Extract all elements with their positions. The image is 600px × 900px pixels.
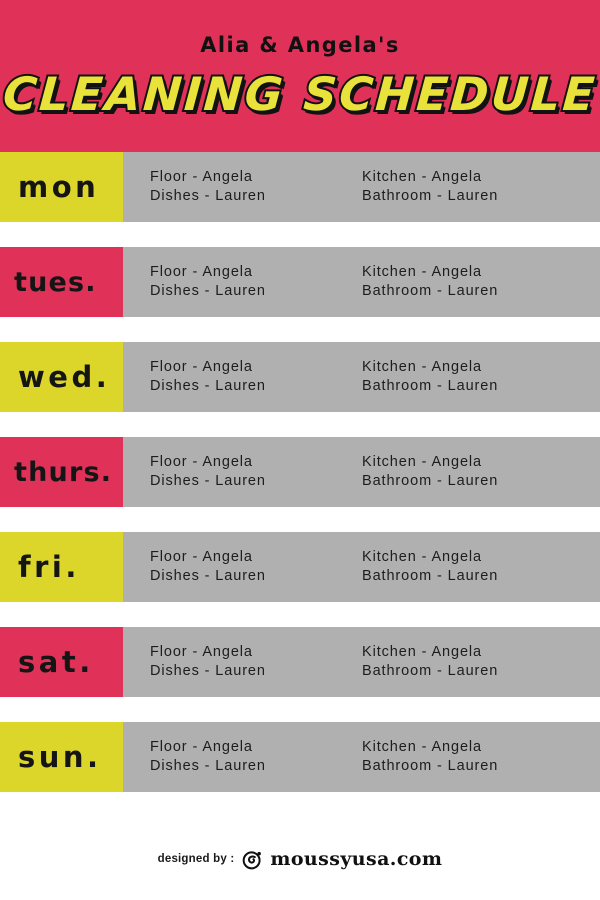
task-area: Floor - Angela Dishes - Lauren Kitchen - A… xyxy=(123,152,600,222)
day-block[interactable]: tues. xyxy=(0,247,123,317)
day-block[interactable]: mon xyxy=(0,152,123,222)
task-column: Kitchen - Angela Bathroom - Lauren xyxy=(362,263,498,301)
schedule-row: mon Floor - Angela Dishes - Lauren Kitchen … xyxy=(0,152,600,222)
day-label: sun. xyxy=(18,739,102,774)
schedule-row: sun. Floor - Angela Dishes - Lauren Kitchen… xyxy=(0,722,600,792)
day-label: sat. xyxy=(18,644,94,679)
task-column: Kitchen - Angela Bathroom - Lauren xyxy=(362,738,498,776)
day-block[interactable]: fri. xyxy=(0,532,123,602)
task-line: Bathroom - Lauren xyxy=(362,568,499,584)
task-line: Floor - Angela xyxy=(150,169,253,185)
day-label: tues. xyxy=(14,266,97,298)
schedule-row: thurs. Floor - Angela Dishes - Lauren Kitch… xyxy=(0,437,600,507)
swirl-circle-logo-icon xyxy=(242,849,263,870)
schedule-row: wed. Floor - Angela Dishes - Lauren Kitchen… xyxy=(0,342,600,412)
task-line: Floor - Angela xyxy=(150,454,253,470)
task-area: Floor - Angela Dishes - Lauren Kitchen - A… xyxy=(123,627,600,697)
task-column: Kitchen - Angela Bathroom - Lauren xyxy=(362,358,498,396)
task-column: Floor - Angela Dishes - Lauren xyxy=(150,548,362,586)
task-line: Kitchen - Angela xyxy=(362,549,482,565)
task-line: Dishes - Lauren xyxy=(150,283,266,299)
footer-brand-link[interactable]: moussyusa.com xyxy=(270,848,442,870)
task-area: Floor - Angela Dishes - Lauren Kitchen - A… xyxy=(123,722,600,792)
task-line: Bathroom - Lauren xyxy=(362,473,499,489)
task-column: Kitchen - Angela Bathroom - Lauren xyxy=(362,643,498,681)
footer: designed by : moussyusa.com xyxy=(0,848,600,870)
task-line: Bathroom - Lauren xyxy=(362,188,499,204)
poster-header: Alia & Angela's CLEANING SCHEDULE xyxy=(0,0,600,152)
task-line: Floor - Angela xyxy=(150,739,253,755)
task-line: Dishes - Lauren xyxy=(150,758,266,774)
schedule-row: tues. Floor - Angela Dishes - Lauren Kitche… xyxy=(0,247,600,317)
task-line: Dishes - Lauren xyxy=(150,378,266,394)
task-line: Floor - Angela xyxy=(150,644,253,660)
task-line: Bathroom - Lauren xyxy=(362,758,499,774)
task-line: Kitchen - Angela xyxy=(362,644,482,660)
day-label: wed. xyxy=(18,359,111,394)
task-area: Floor - Angela Dishes - Lauren Kitchen - A… xyxy=(123,342,600,412)
task-column: Kitchen - Angela Bathroom - Lauren xyxy=(362,548,498,586)
footer-designed-by-label: designed by : xyxy=(157,853,235,865)
day-label: thurs. xyxy=(14,456,113,488)
task-line: Floor - Angela xyxy=(150,264,253,280)
task-line: Floor - Angela xyxy=(150,359,253,375)
day-label: fri. xyxy=(18,549,80,584)
schedule-row: sat. Floor - Angela Dishes - Lauren Kitchen… xyxy=(0,627,600,697)
task-line: Bathroom - Lauren xyxy=(362,663,499,679)
task-column: Kitchen - Angela Bathroom - Lauren xyxy=(362,453,498,491)
task-line: Dishes - Lauren xyxy=(150,568,266,584)
task-line: Dishes - Lauren xyxy=(150,188,266,204)
task-line: Bathroom - Lauren xyxy=(362,283,499,299)
task-line: Dishes - Lauren xyxy=(150,473,266,489)
schedule-row: fri. Floor - Angela Dishes - Lauren Kitchen… xyxy=(0,532,600,602)
task-line: Floor - Angela xyxy=(150,549,253,565)
page-title: CLEANING SCHEDULE xyxy=(0,65,600,123)
day-block[interactable]: sat. xyxy=(0,627,123,697)
task-area: Floor - Angela Dishes - Lauren Kitchen - A… xyxy=(123,247,600,317)
task-area: Floor - Angela Dishes - Lauren Kitchen - A… xyxy=(123,437,600,507)
day-block[interactable]: thurs. xyxy=(0,437,123,507)
task-column: Floor - Angela Dishes - Lauren xyxy=(150,263,362,301)
task-line: Bathroom - Lauren xyxy=(362,378,499,394)
day-block[interactable]: sun. xyxy=(0,722,123,792)
day-block[interactable]: wed. xyxy=(0,342,123,412)
day-label: mon xyxy=(18,169,100,204)
task-line: Kitchen - Angela xyxy=(362,739,482,755)
task-column: Floor - Angela Dishes - Lauren xyxy=(150,168,362,206)
task-column: Floor - Angela Dishes - Lauren xyxy=(150,358,362,396)
task-line: Kitchen - Angela xyxy=(362,454,482,470)
task-line: Kitchen - Angela xyxy=(362,264,482,280)
schedule-list: mon Floor - Angela Dishes - Lauren Kitchen … xyxy=(0,152,600,817)
task-column: Floor - Angela Dishes - Lauren xyxy=(150,453,362,491)
task-area: Floor - Angela Dishes - Lauren Kitchen - A… xyxy=(123,532,600,602)
task-line: Kitchen - Angela xyxy=(362,169,482,185)
task-column: Kitchen - Angela Bathroom - Lauren xyxy=(362,168,498,206)
task-line: Kitchen - Angela xyxy=(362,359,482,375)
task-line: Dishes - Lauren xyxy=(150,663,266,679)
task-column: Floor - Angela Dishes - Lauren xyxy=(150,738,362,776)
task-column: Floor - Angela Dishes - Lauren xyxy=(150,643,362,681)
header-subtitle: Alia & Angela's xyxy=(200,33,400,57)
